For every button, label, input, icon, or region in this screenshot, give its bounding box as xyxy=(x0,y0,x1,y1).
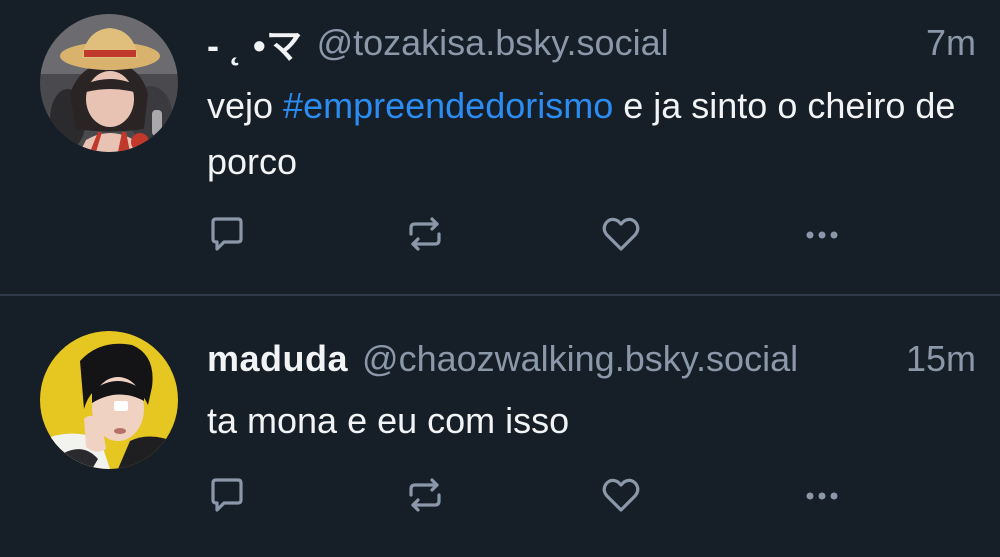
post[interactable]: maduda @chaozwalking.bsky.social 15m ta … xyxy=(0,296,1000,557)
handle[interactable]: @tozakisa.bsky.social xyxy=(317,22,912,64)
reply-icon xyxy=(211,478,243,512)
post-actions xyxy=(205,212,855,256)
avatar-icon-dark-haired-person xyxy=(40,331,178,469)
avatar[interactable] xyxy=(40,14,178,152)
like-button[interactable] xyxy=(599,473,643,517)
post-actions xyxy=(205,473,855,517)
feed: - ˛ •マ @tozakisa.bsky.social 7m vejo #em… xyxy=(0,0,1000,557)
reply-icon xyxy=(211,217,243,251)
avatar-icon-straw-hat-girl xyxy=(40,14,178,152)
post[interactable]: - ˛ •マ @tozakisa.bsky.social 7m vejo #em… xyxy=(0,0,1000,296)
like-icon xyxy=(602,478,640,512)
timestamp[interactable]: 15m xyxy=(906,338,976,380)
like-button[interactable] xyxy=(599,212,643,256)
display-name[interactable]: maduda xyxy=(207,338,348,380)
post-header: maduda @chaozwalking.bsky.social 15m xyxy=(207,334,976,384)
repost-button[interactable] xyxy=(403,473,447,517)
more-options-button[interactable] xyxy=(800,473,844,517)
handle[interactable]: @chaozwalking.bsky.social xyxy=(362,338,892,380)
more-options-button[interactable] xyxy=(800,212,844,256)
timestamp[interactable]: 7m xyxy=(926,22,976,64)
more-icon xyxy=(806,231,838,239)
repost-icon xyxy=(409,217,441,251)
post-text: vejo #empreendedorismo e ja sinto o chei… xyxy=(207,78,960,190)
more-icon xyxy=(806,492,838,500)
post-text: ta mona e eu com isso xyxy=(207,400,570,441)
post-header: - ˛ •マ @tozakisa.bsky.social 7m xyxy=(207,18,976,68)
like-icon xyxy=(602,217,640,251)
hashtag-link[interactable]: #empreendedorismo xyxy=(283,85,613,126)
post-text-part: vejo xyxy=(207,85,284,126)
reply-button[interactable] xyxy=(205,473,249,517)
display-name[interactable]: - ˛ •マ xyxy=(207,17,303,69)
repost-icon xyxy=(409,478,441,512)
avatar[interactable] xyxy=(40,331,178,469)
reply-button[interactable] xyxy=(205,212,249,256)
repost-button[interactable] xyxy=(403,212,447,256)
